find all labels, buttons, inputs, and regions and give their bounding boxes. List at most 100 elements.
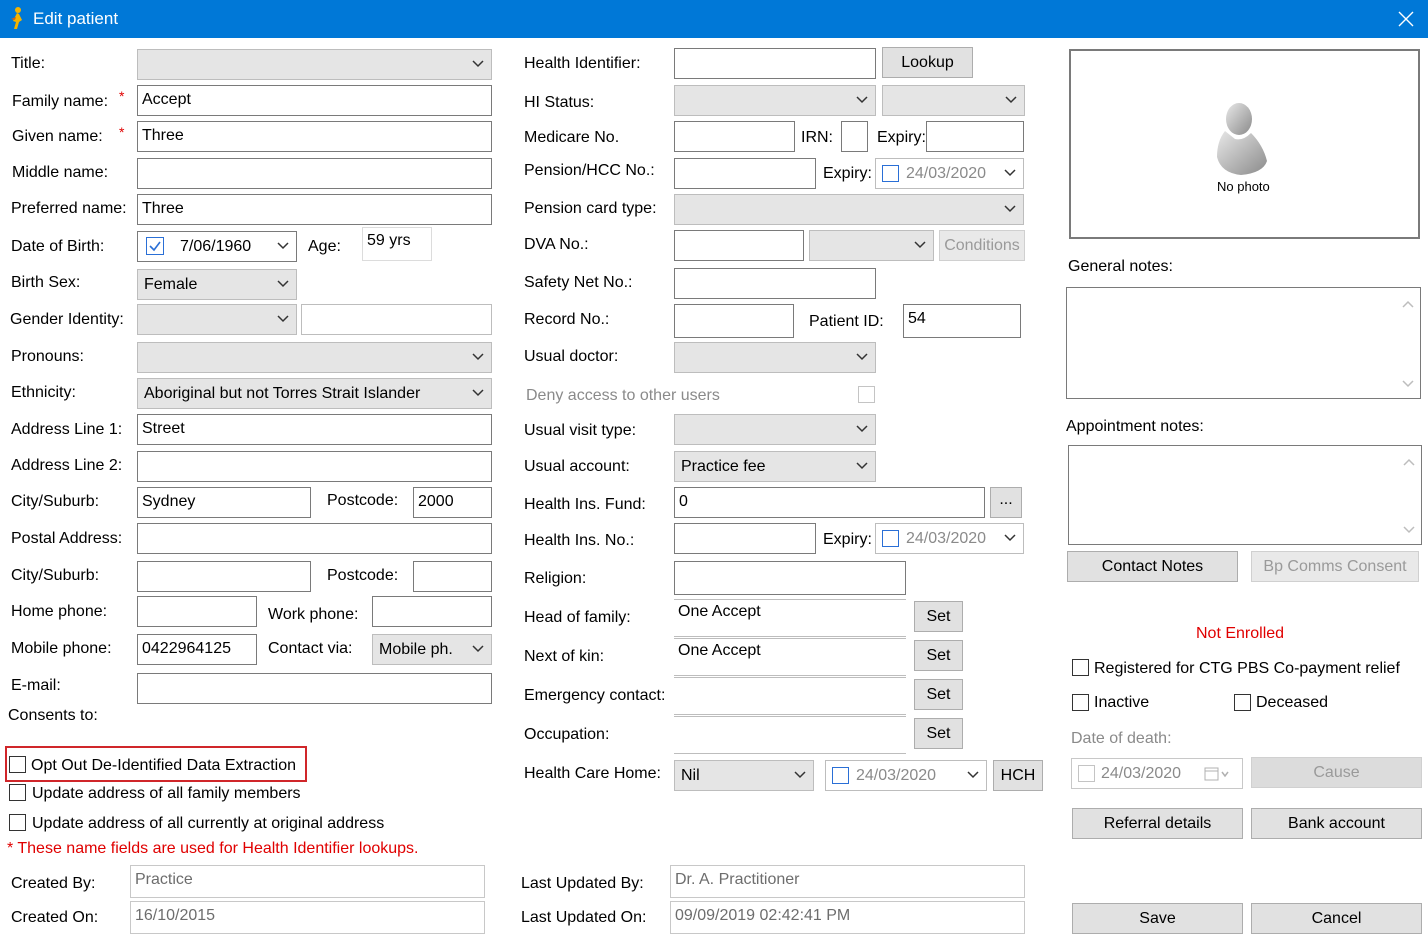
postcode-input[interactable]: 2000 [413,487,492,518]
cancel-button[interactable]: Cancel [1251,903,1422,934]
date-of-death-checkbox[interactable] [1078,765,1095,782]
birth-sex-select[interactable]: Female [137,269,297,300]
scroll-down-icon[interactable] [1403,526,1415,534]
health-identifier-input[interactable] [674,48,876,79]
hi-status-secondary-select[interactable] [882,85,1025,116]
ctg-checkbox[interactable] [1072,659,1089,676]
hch-date-picker[interactable]: 24/03/2020 [825,760,987,791]
dob-picker[interactable]: 7/06/1960 [137,231,297,262]
family-name-input[interactable]: Accept [137,85,492,116]
bp-comms-consent-button[interactable]: Bp Comms Consent [1251,551,1419,582]
inactive-checkbox[interactable] [1072,694,1089,711]
irn-input[interactable] [841,121,868,152]
chevron-down-icon [1005,96,1017,104]
appointment-notes-textarea[interactable] [1068,445,1422,545]
chevron-down-icon [472,60,484,68]
health-no-input[interactable] [674,523,816,554]
dva-card-select[interactable] [809,230,934,261]
given-name-input[interactable]: Three [137,121,492,152]
postal-address-input[interactable] [137,523,492,554]
title-select[interactable] [137,49,492,80]
scroll-up-icon[interactable] [1403,458,1415,466]
patient-id-input[interactable]: 54 [903,304,1021,338]
update-family-checkbox[interactable] [9,784,26,801]
pension-expiry-picker[interactable]: 24/03/2020 [875,158,1024,189]
work-phone-input[interactable] [372,596,492,627]
scroll-down-icon[interactable] [1402,380,1414,388]
conditions-button[interactable]: Conditions [939,230,1025,261]
email-input[interactable] [137,673,492,704]
contact-via-value: Mobile ph. [379,641,453,658]
dob-value: 7/06/1960 [180,238,252,255]
update-original-label: Update address of all currently at origi… [32,815,385,832]
lookup-button[interactable]: Lookup [882,47,973,78]
preferred-name-input[interactable]: Three [137,194,492,225]
health-expiry-picker[interactable]: 24/03/2020 [875,523,1024,554]
middle-name-input[interactable] [137,158,492,189]
contact-via-label: Contact via: [268,640,353,657]
health-expiry-checkbox[interactable] [882,530,899,547]
patient-photo[interactable]: No photo [1069,49,1420,239]
save-button[interactable]: Save [1072,903,1243,934]
health-care-home-select[interactable]: Nil [674,760,814,791]
home-phone-input[interactable] [137,596,257,627]
contact-via-select[interactable]: Mobile ph. [372,634,492,665]
opt-out-checkbox[interactable] [9,756,26,773]
family-name-label: Family name: [12,93,109,110]
created-on-label: Created On: [11,909,99,926]
referral-details-button[interactable]: Referral details [1072,808,1243,839]
pension-type-select[interactable] [674,194,1024,225]
emergency-contact-set-button[interactable]: Set [914,679,963,710]
occupation-label: Occupation: [524,726,610,743]
dob-checkbox[interactable] [146,237,164,255]
health-fund-input[interactable]: 0 [674,487,985,518]
address2-input[interactable] [137,451,492,482]
record-no-input[interactable] [674,304,794,338]
chevron-down-icon [1004,169,1016,177]
city-input[interactable]: Sydney [137,487,311,518]
pension-expiry-checkbox[interactable] [882,165,899,182]
pronouns-select[interactable] [137,342,492,373]
health-fund-browse-button[interactable]: ... [990,487,1022,518]
mobile-phone-input[interactable]: 0422964125 [137,634,257,665]
postal-city-input[interactable] [137,561,311,592]
ethnicity-select[interactable]: Aboriginal but not Torres Strait Islande… [137,378,492,409]
address1-input[interactable]: Street [137,414,492,445]
deceased-checkbox[interactable] [1234,694,1251,711]
usual-account-select[interactable]: Practice fee [674,451,876,482]
scroll-up-icon[interactable] [1402,300,1414,308]
usual-visit-select[interactable] [674,414,876,445]
emergency-contact-value [674,677,906,715]
head-of-family-set-button[interactable]: Set [914,601,963,632]
update-original-checkbox[interactable] [9,814,26,831]
pension-input[interactable] [674,158,816,189]
person-placeholder-icon [1217,103,1267,175]
hch-date-checkbox[interactable] [832,767,849,784]
medicare-expiry-input[interactable] [926,121,1024,152]
religion-input[interactable] [674,561,906,595]
consents-label: Consents to: [8,707,98,724]
cause-button[interactable]: Cause [1251,757,1422,788]
medicare-input[interactable] [674,121,795,152]
occupation-set-button[interactable]: Set [914,718,963,749]
postal-postcode-input[interactable] [413,561,492,592]
contact-notes-button[interactable]: Contact Notes [1067,551,1238,582]
age-value: 59 yrs [362,227,432,261]
health-no-label: Health Ins. No.: [524,532,635,549]
bank-account-button[interactable]: Bank account [1251,808,1422,839]
next-of-kin-set-button[interactable]: Set [914,640,963,671]
gender-identity-select[interactable] [137,304,297,335]
hch-button[interactable]: HCH [993,760,1043,791]
gender-identity-other-input[interactable] [301,304,492,335]
medicare-label: Medicare No. [524,129,620,146]
date-of-death-picker[interactable]: 24/03/2020 [1071,758,1243,789]
general-notes-textarea[interactable] [1066,287,1421,399]
health-expiry-label: Expiry: [823,531,872,548]
deny-access-checkbox[interactable] [858,386,875,403]
chevron-down-icon [856,353,868,361]
usual-doctor-select[interactable] [674,342,876,373]
hi-status-select[interactable] [674,85,876,116]
safety-net-input[interactable] [674,268,876,299]
close-button[interactable] [1384,0,1428,38]
dva-input[interactable] [674,230,804,261]
